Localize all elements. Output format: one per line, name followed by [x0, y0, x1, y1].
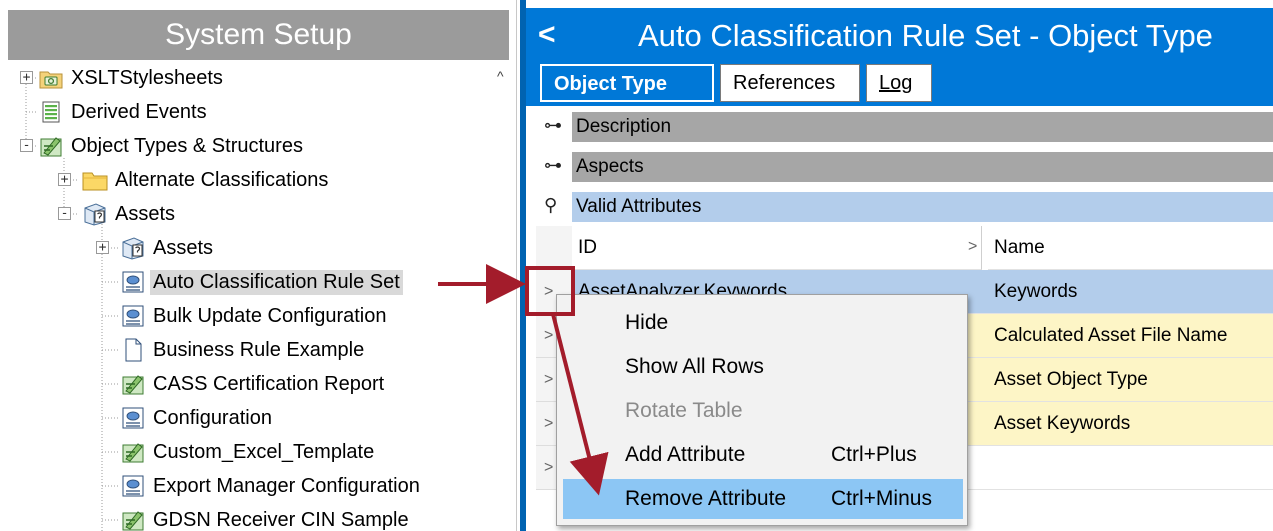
menu-item-remove-attribute[interactable]: Remove Attribute Ctrl+Minus [563, 479, 963, 519]
tree-item-label: Configuration [153, 406, 272, 429]
menu-item-add-attribute[interactable]: Add Attribute Ctrl+Plus [563, 435, 963, 475]
editor-header: < Auto Classification Rule Set - Object … [526, 8, 1273, 62]
tab-object-type[interactable]: Object Type [540, 64, 714, 102]
menu-item-shortcut: Ctrl+Plus [831, 443, 917, 466]
tree-item-alternate-classifications[interactable]: Alternate Classifications [82, 163, 331, 197]
tree-toggle-expand[interactable]: + [20, 71, 33, 84]
tree-item-assets[interactable]: Assets [82, 197, 178, 231]
object-types-icon [40, 137, 62, 157]
tree-item-label: Business Rule Example [153, 338, 365, 361]
folder-icon [82, 172, 108, 191]
tab-log[interactable]: Log [866, 64, 932, 102]
scroll-up-icon[interactable]: ^ [497, 68, 504, 84]
menu-item-label: Hide [625, 311, 669, 334]
grid-corner [536, 226, 572, 270]
cell-name[interactable]: Keywords [988, 270, 1273, 314]
editor-tabs: Object Type References Log [526, 62, 1273, 106]
tree-item-custom-excel-template[interactable]: Custom_Excel_Template [120, 435, 377, 469]
tree-item-label: Bulk Update Configuration [153, 304, 387, 327]
config-object-icon [122, 475, 144, 497]
tree-item-label: Assets [153, 236, 214, 259]
tree-item-derived-events[interactable]: Derived Events [38, 95, 210, 129]
tree-item-label: GDSN Receiver CIN Sample [153, 508, 409, 531]
asset-type-icon [122, 237, 144, 260]
cell-name[interactable]: Asset Object Type [988, 358, 1273, 402]
tree-item-label: CASS Certification Report [153, 372, 385, 395]
tree-item-label: Derived Events [71, 100, 207, 123]
asset-type-icon [84, 203, 106, 226]
system-setup-tree: + XSLTStylesheets Derived Events - Objec… [0, 62, 500, 531]
cell-name[interactable]: Asset Keywords [988, 402, 1273, 446]
expand-section-icon[interactable]: ⊶ [544, 115, 562, 136]
tree-item-label: Auto Classification Rule Set [150, 269, 403, 295]
menu-item-label: Remove Attribute [625, 487, 787, 510]
object-types-icon [122, 511, 144, 531]
tree-item-assets-child[interactable]: Assets [120, 231, 216, 265]
menu-item-label: Show All Rows [625, 355, 764, 378]
tree-item-label: Object Types & Structures [71, 134, 303, 157]
tree-item-business-rule-example[interactable]: Business Rule Example [120, 333, 367, 367]
config-object-icon [122, 271, 144, 293]
menu-item-label: Add Attribute [625, 443, 746, 466]
system-setup-panel: System Setup + XSLTStylesheets Derived E… [0, 0, 517, 531]
cell-name[interactable]: Calculated Asset File Name [988, 314, 1273, 358]
blank-document-icon [125, 338, 142, 362]
column-header-id[interactable]: ID [572, 226, 982, 270]
tree-item-object-types-structures[interactable]: Object Types & Structures [38, 129, 306, 163]
tree-toggle-expand[interactable]: + [96, 241, 109, 254]
object-types-icon [122, 375, 144, 395]
tree-item-auto-classification-rule-set[interactable]: Auto Classification Rule Set [120, 265, 403, 299]
cell-name[interactable] [988, 446, 1273, 490]
tree-item-xsltstylesheets[interactable]: XSLTStylesheets [38, 62, 226, 95]
tree-toggle-collapse[interactable]: - [20, 139, 33, 152]
section-valid-attributes[interactable]: Valid Attributes [572, 192, 1273, 222]
editor-title: Auto Classification Rule Set - Object Ty… [638, 18, 1213, 53]
tree-item-label: XSLTStylesheets [71, 66, 223, 89]
column-header-name[interactable]: Name [988, 226, 1273, 270]
expand-section-icon[interactable]: ⊶ [544, 155, 562, 176]
tree-toggle-collapse[interactable]: - [58, 207, 71, 220]
tree-item-label: Export Manager Configuration [153, 474, 420, 497]
tree-toggle-expand[interactable]: + [58, 173, 71, 186]
pin-section-icon[interactable]: ⚲ [544, 195, 557, 216]
camera-folder-icon [39, 71, 63, 89]
back-arrow-icon[interactable]: < [538, 8, 556, 62]
list-document-icon [42, 101, 60, 123]
menu-item-rotate-table[interactable]: Rotate Table [563, 391, 963, 431]
tree-item-configuration[interactable]: Configuration [120, 401, 275, 435]
system-setup-title: System Setup [8, 10, 509, 60]
tree-item-label: Alternate Classifications [115, 168, 329, 191]
tree-item-label: Custom_Excel_Template [153, 440, 375, 463]
sort-indicator-icon: > [968, 238, 978, 255]
section-aspects[interactable]: Aspects [572, 152, 1273, 182]
tree-item-export-manager-configuration[interactable]: Export Manager Configuration [120, 469, 423, 503]
menu-item-hide[interactable]: Hide [563, 303, 963, 343]
tree-item-bulk-update-configuration[interactable]: Bulk Update Configuration [120, 299, 389, 333]
object-types-icon [122, 443, 144, 463]
tab-references[interactable]: References [720, 64, 860, 102]
config-object-icon [122, 407, 144, 429]
menu-item-show-all-rows[interactable]: Show All Rows [563, 347, 963, 387]
tree-item-cass-certification-report[interactable]: CASS Certification Report [120, 367, 387, 401]
menu-item-shortcut: Ctrl+Minus [831, 487, 932, 510]
menu-item-label: Rotate Table [625, 399, 743, 422]
tree-item-label: Assets [115, 202, 176, 225]
context-menu: Hide Show All Rows Rotate Table Add Attr… [556, 294, 968, 526]
config-object-icon [122, 305, 144, 327]
section-description[interactable]: Description [572, 112, 1273, 142]
tree-item-gdsn-receiver-cin-sample[interactable]: GDSN Receiver CIN Sample [120, 503, 412, 531]
